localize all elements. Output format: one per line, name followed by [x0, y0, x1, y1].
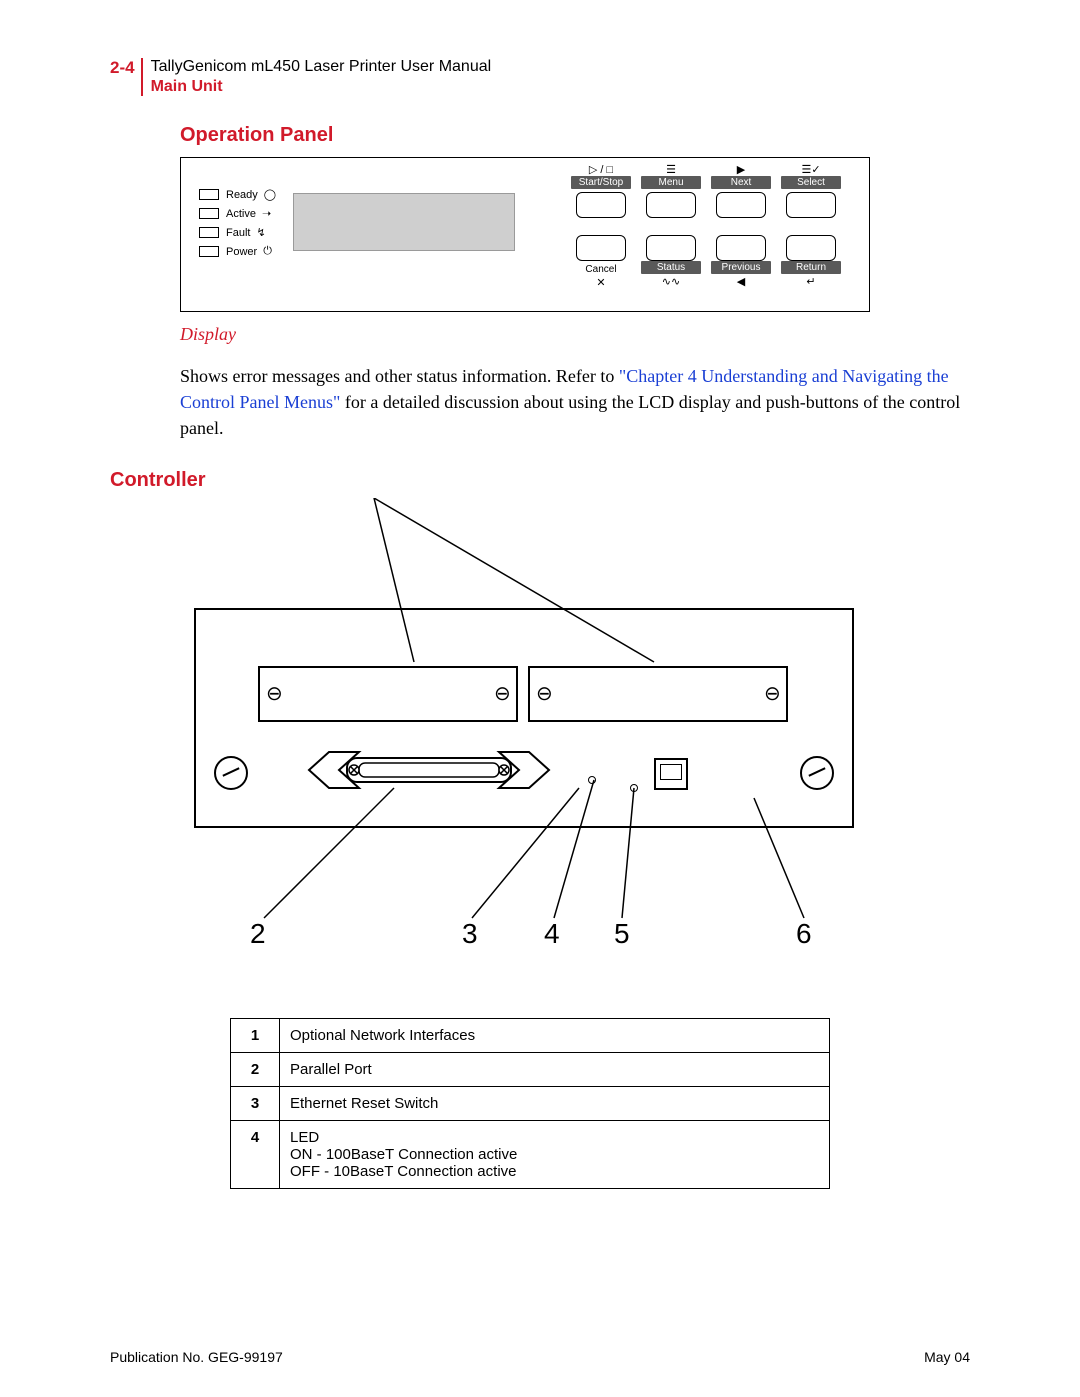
select-icon: ☰✓	[801, 164, 820, 176]
table-row: 4 LED ON - 100BaseT Connection active OF…	[231, 1121, 830, 1189]
led-hole	[630, 784, 638, 792]
display-subheading: Display	[180, 324, 970, 345]
menu-key	[646, 192, 696, 218]
panel-screw-icon	[800, 756, 834, 790]
next-label: Next	[711, 176, 771, 189]
led-list: Ready ◯ Active ➝ Fault ↯ Power ⏻	[199, 188, 276, 264]
menu-icon: ☰	[666, 164, 676, 176]
panel-screw-icon	[214, 756, 248, 790]
footer-date: May 04	[924, 1349, 970, 1365]
controller-heading: Controller	[110, 469, 970, 492]
return-label: Return	[781, 261, 841, 274]
cancel-icon: ✕	[596, 276, 605, 289]
ready-icon: ◯	[264, 188, 276, 201]
status-label: Status	[641, 261, 701, 274]
table-row: 2 Parallel Port	[231, 1053, 830, 1087]
button-cluster: ▷ / □ Start/Stop ☰ Menu ▶ Next	[571, 164, 851, 289]
operation-panel-figure: Ready ◯ Active ➝ Fault ↯ Power ⏻	[180, 157, 870, 312]
fault-icon: ↯	[256, 226, 265, 239]
callout-3: 3	[462, 918, 478, 950]
btn-select: ☰✓ Select	[781, 164, 841, 218]
controller-body: ⊖ ⊖ ⊖ ⊖	[194, 608, 854, 828]
display-paragraph: Shows error messages and other status in…	[180, 363, 970, 441]
menu-label: Menu	[641, 176, 701, 189]
publication-number: Publication No. GEG-99197	[110, 1349, 283, 1365]
page-footer: Publication No. GEG-99197 May 04	[110, 1349, 970, 1365]
led-power: Power ⏻	[199, 245, 276, 258]
callout-4: 4	[544, 918, 560, 950]
ethernet-port	[654, 758, 688, 790]
select-key	[786, 192, 836, 218]
status-key	[646, 235, 696, 261]
cancel-label: Cancel	[571, 261, 631, 275]
doc-title: TallyGenicom mL450 Laser Printer User Ma…	[151, 58, 492, 76]
active-icon: ➝	[262, 207, 271, 220]
parts-table: 1 Optional Network Interfaces 2 Parallel…	[230, 1018, 830, 1189]
power-icon: ⏻	[263, 245, 272, 258]
table-row: 1 Optional Network Interfaces	[231, 1019, 830, 1053]
previous-key	[716, 235, 766, 261]
reset-switch-hole	[588, 776, 596, 784]
select-label: Select	[781, 176, 841, 189]
option-slot-left: ⊖ ⊖	[258, 666, 518, 722]
slot-screw-icon: ⊖	[536, 686, 552, 702]
btn-menu: ☰ Menu	[641, 164, 701, 218]
return-icon: ↵	[806, 275, 815, 288]
btn-previous: Previous ◀	[711, 232, 771, 289]
cancel-key	[576, 235, 626, 261]
led-active: Active ➝	[199, 207, 276, 220]
return-key	[786, 235, 836, 261]
next-icon: ▶	[737, 164, 745, 176]
section-name: Main Unit	[151, 78, 492, 96]
callout-5: 5	[614, 918, 630, 950]
btn-return: Return ↵	[781, 232, 841, 289]
operation-panel-heading: Operation Panel	[180, 124, 970, 147]
previous-icon: ◀	[737, 275, 745, 288]
callout-2: 2	[250, 918, 266, 950]
controller-figure: ⊖ ⊖ ⊖ ⊖ 2 3 4 5 6	[194, 498, 884, 958]
previous-label: Previous	[711, 261, 771, 274]
btn-cancel: Cancel ✕	[571, 232, 631, 289]
btn-next: ▶ Next	[711, 164, 771, 218]
next-key	[716, 192, 766, 218]
callout-6: 6	[796, 918, 812, 950]
slot-screw-icon: ⊖	[764, 686, 780, 702]
start-stop-label: Start/Stop	[571, 176, 631, 189]
slot-screw-icon: ⊖	[494, 686, 510, 702]
lcd-display	[293, 193, 515, 251]
start-stop-key	[576, 192, 626, 218]
slot-screw-icon: ⊖	[266, 686, 282, 702]
status-icon: ∿∿	[662, 275, 680, 288]
table-row: 3 Ethernet Reset Switch	[231, 1087, 830, 1121]
led-fault: Fault ↯	[199, 226, 276, 239]
header-divider	[141, 58, 143, 96]
page-number: 2-4	[110, 58, 135, 78]
btn-status: Status ∿∿	[641, 232, 701, 289]
start-stop-icon: ▷ / □	[589, 164, 613, 176]
page-header: 2-4 TallyGenicom mL450 Laser Printer Use…	[110, 58, 970, 96]
option-slot-right: ⊖ ⊖	[528, 666, 788, 722]
btn-start-stop: ▷ / □ Start/Stop	[571, 164, 631, 218]
led-ready: Ready ◯	[199, 188, 276, 201]
